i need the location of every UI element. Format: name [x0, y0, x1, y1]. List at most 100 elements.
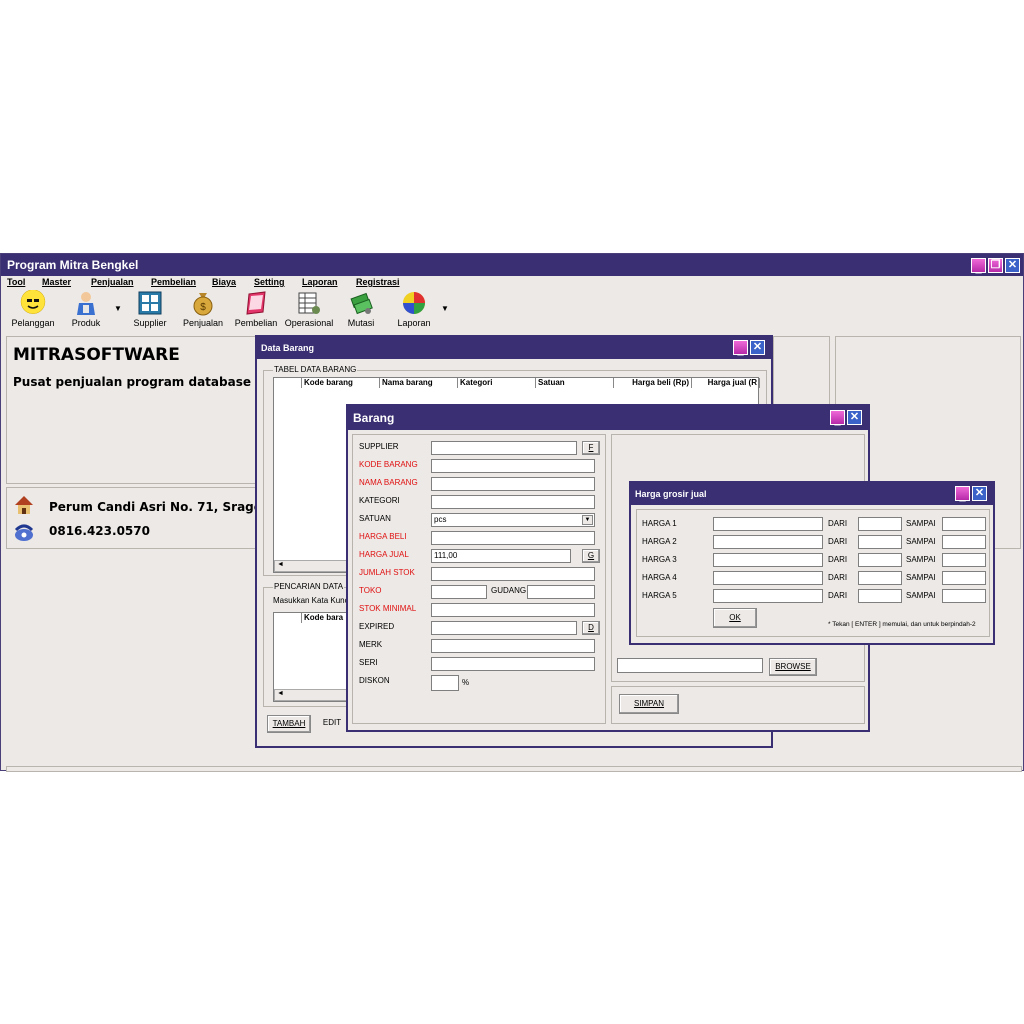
spreadsheet-icon [296, 290, 322, 316]
dari-5-field[interactable] [858, 589, 902, 603]
phone-icon [13, 522, 35, 542]
seri-label: SERI [359, 658, 378, 667]
simpan-button[interactable]: SIMPAN [619, 694, 679, 714]
harga-beli-field[interactable] [431, 531, 595, 545]
barang-title: Barang [353, 411, 395, 425]
toolbar-laporan-button[interactable]: Laporan [393, 290, 435, 328]
sampai-label: SAMPAI [906, 591, 936, 600]
sampai-label: SAMPAI [906, 573, 936, 582]
dari-3-field[interactable] [858, 553, 902, 567]
toolbar-supplier-button[interactable]: Supplier [129, 290, 171, 328]
image-path-field[interactable] [617, 658, 763, 673]
close-button[interactable]: ✕ [847, 410, 862, 425]
minimize-button[interactable]: _ [733, 340, 748, 357]
column-header[interactable]: Nama barang [380, 378, 458, 388]
menu-laporan[interactable]: Laporan [302, 277, 338, 287]
column-header[interactable]: Kategori [458, 378, 536, 388]
harga-2-label: HARGA 2 [642, 537, 677, 546]
nama-barang-field[interactable] [431, 477, 595, 491]
close-button[interactable]: ✕ [750, 340, 765, 355]
toolbar-pembelian-button[interactable]: Pembelian [232, 290, 280, 328]
toolbar-produk-button[interactable]: Produk [63, 290, 109, 328]
sampai-2-field[interactable] [942, 535, 986, 549]
search-prompt-label: Masukkan Kata Kunc [273, 596, 349, 605]
toolbar-pelanggan-button[interactable]: Pelanggan [10, 290, 56, 328]
column-header[interactable]: Satuan [536, 378, 614, 388]
ok-button[interactable]: OK [713, 608, 757, 628]
stok-minimal-field[interactable] [431, 603, 595, 617]
toolbar-penjualan-button[interactable]: $ Penjualan [181, 290, 225, 328]
main-title-bar: Program Mitra Bengkel _ ❐ ✕ [1, 254, 1023, 276]
toolbar-label: Operasional [284, 318, 334, 328]
dari-4-field[interactable] [858, 571, 902, 585]
sampai-5-field[interactable] [942, 589, 986, 603]
harga-2-field[interactable] [713, 535, 823, 549]
menu-biaya[interactable]: Biaya [212, 277, 236, 287]
dari-1-field[interactable] [858, 517, 902, 531]
close-button[interactable]: ✕ [972, 486, 987, 501]
satuan-select[interactable]: pcs ▼ [431, 513, 595, 527]
gudang-label: GUDANG [491, 586, 527, 595]
close-button[interactable]: ✕ [1005, 258, 1020, 273]
menu-registrasi[interactable]: Registrasi [356, 277, 400, 287]
merk-label: MERK [359, 640, 383, 649]
scroll-left-icon[interactable]: ◄ [277, 690, 284, 697]
minimize-button[interactable]: _ [955, 486, 970, 503]
menu-master[interactable]: Master [42, 277, 71, 287]
company-info-panel: MITRASOFTWARE Pusat penjualan program da… [6, 336, 286, 484]
date-picker-button[interactable]: D [582, 621, 600, 635]
gudang-field[interactable] [527, 585, 595, 599]
diskon-field[interactable] [431, 675, 459, 691]
expired-field[interactable] [431, 621, 577, 635]
sampai-label: SAMPAI [906, 519, 936, 528]
contact-panel: Perum Candi Asri No. 71, Sragen. 0816.42… [6, 487, 275, 549]
harga-1-field[interactable] [713, 517, 823, 531]
column-header[interactable]: Harga beli (Rp) [614, 378, 692, 388]
harga-grosir-title: Harga grosir jual [635, 489, 707, 499]
tambah-button[interactable]: TAMBAH [267, 715, 311, 733]
menu-pembelian[interactable]: Pembelian [151, 277, 196, 287]
sampai-label: SAMPAI [906, 555, 936, 564]
harga-5-field[interactable] [713, 589, 823, 603]
pie-chart-icon [401, 290, 427, 316]
toolbar-operasional-button[interactable]: Operasional [282, 290, 336, 328]
menu-penjualan[interactable]: Penjualan [91, 277, 134, 287]
supplier-lookup-button[interactable]: F [582, 441, 600, 455]
money-transfer-icon [348, 290, 374, 316]
column-header[interactable]: Harga jual (R [692, 378, 760, 388]
toko-field[interactable] [431, 585, 487, 599]
sampai-4-field[interactable] [942, 571, 986, 585]
seri-field[interactable] [431, 657, 595, 671]
kode-barang-field[interactable] [431, 459, 595, 473]
scroll-left-icon[interactable]: ◄ [277, 561, 284, 568]
column-header[interactable]: Kode barang [302, 378, 380, 388]
harga-3-field[interactable] [713, 553, 823, 567]
harga-4-field[interactable] [713, 571, 823, 585]
restore-button[interactable]: ❐ [988, 258, 1003, 273]
merk-field[interactable] [431, 639, 595, 653]
toolbar-label: Laporan [397, 318, 431, 328]
kategori-field[interactable] [431, 495, 595, 509]
company-phone: 0816.423.0570 [49, 524, 150, 538]
menu-tool[interactable]: Tool [7, 277, 25, 287]
jumlah-stok-field[interactable] [431, 567, 595, 581]
table-header-blank [274, 613, 302, 623]
laporan-dropdown-arrow-icon[interactable]: ▼ [441, 304, 449, 313]
sampai-1-field[interactable] [942, 517, 986, 531]
minimize-icon: _ [834, 415, 841, 427]
browse-button[interactable]: BROWSE [769, 658, 817, 676]
chevron-down-icon[interactable]: ▼ [582, 515, 593, 525]
menu-setting[interactable]: Setting [254, 277, 285, 287]
toolbar-mutasi-button[interactable]: Mutasi [340, 290, 382, 328]
supplier-field[interactable] [431, 441, 577, 455]
supplier-label: SUPPLIER [359, 442, 399, 451]
minimize-button[interactable]: _ [830, 410, 845, 427]
sampai-3-field[interactable] [942, 553, 986, 567]
dari-2-field[interactable] [858, 535, 902, 549]
produk-dropdown-arrow-icon[interactable]: ▼ [114, 304, 122, 313]
harga-jual-field[interactable]: 111,00 [431, 549, 571, 563]
search-group-label: PENCARIAN DATA [273, 582, 345, 591]
grosir-button[interactable]: G [582, 549, 600, 563]
minimize-button[interactable]: _ [971, 258, 986, 275]
close-icon: ✕ [849, 411, 860, 423]
